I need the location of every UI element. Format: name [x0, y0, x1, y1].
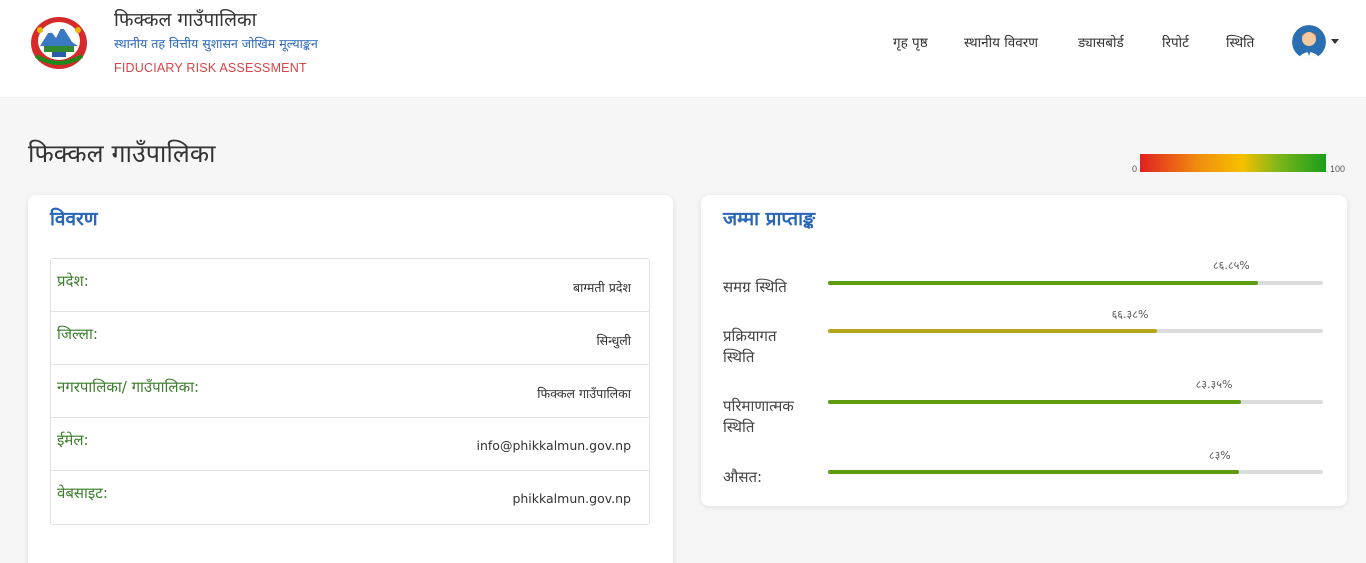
user-avatar-icon[interactable]	[1292, 25, 1326, 59]
nav-local-details[interactable]: स्थानीय विवरण	[964, 33, 1038, 51]
legend-min-label: 0	[1132, 164, 1138, 174]
score-label-average: औसत:	[723, 468, 763, 486]
score-bar-quantitative	[828, 400, 1323, 404]
detail-value: सिन्धुली	[596, 333, 631, 348]
score-label-quantitative: परिमाणात्मक स्थिति	[723, 397, 794, 436]
site-title: फिक्कल गाउँपालिका	[114, 9, 257, 31]
score-bar-overall	[828, 281, 1323, 285]
scores-card: जम्मा प्राप्ताङ्क समग्र स्थिति ८६.८५% प्…	[701, 195, 1347, 506]
detail-label: प्रदेश:	[57, 272, 89, 290]
details-card-title: विवरण	[50, 208, 98, 230]
score-bar-fill	[828, 470, 1239, 474]
detail-row-municipality: नगरपालिका/ गाउँपालिका: फिक्कल गाउँपालिका	[51, 365, 649, 418]
score-label-procedural: प्रक्रियागत स्थिति	[723, 327, 777, 366]
detail-row-district: जिल्ला: सिन्धुली	[51, 312, 649, 365]
score-percent-quantitative: ८३.३५%	[1195, 378, 1233, 391]
email-link[interactable]: info@phikkalmun.gov.np	[477, 438, 632, 453]
score-percent-procedural: ६६.३८%	[1111, 308, 1149, 321]
details-table: प्रदेश: बाग्मती प्रदेश जिल्ला: सिन्धुली …	[50, 258, 650, 525]
score-bar-fill	[828, 281, 1258, 285]
detail-row-website: वेबसाइट: phikkalmun.gov.np	[51, 471, 649, 524]
detail-value: फिक्कल गाउँपालिका	[537, 386, 631, 401]
detail-label: नगरपालिका/ गाउँपालिका:	[57, 378, 200, 396]
legend-max-label: 100	[1330, 164, 1346, 174]
top-header: फिक्कल गाउँपालिका स्थानीय तह वित्तीय सुश…	[0, 0, 1366, 98]
score-bar-average	[828, 470, 1323, 474]
website-link[interactable]: phikkalmun.gov.np	[512, 491, 631, 506]
score-bar-fill	[828, 400, 1241, 404]
score-percent-overall: ८६.८५%	[1212, 259, 1250, 272]
detail-label: ईमेल:	[57, 431, 89, 449]
score-bar-procedural	[828, 329, 1323, 333]
details-card: विवरण प्रदेश: बाग्मती प्रदेश जिल्ला: सिन…	[28, 195, 673, 563]
score-color-legend	[1140, 154, 1326, 172]
detail-value: बाग्मती प्रदेश	[573, 280, 631, 295]
page-title: फिक्कल गाउँपालिका	[28, 139, 216, 168]
detail-label: जिल्ला:	[57, 325, 98, 343]
nav-dashboard[interactable]: ड्यासबोर्ड	[1078, 33, 1124, 51]
nepal-emblem-icon[interactable]	[28, 12, 90, 72]
detail-row-province: प्रदेश: बाग्मती प्रदेश	[51, 259, 649, 312]
score-bar-fill	[828, 329, 1157, 333]
detail-row-email: ईमेल: info@phikkalmun.gov.np	[51, 418, 649, 471]
site-subtitle-english: FIDUCIARY RISK ASSESSMENT	[114, 61, 307, 75]
scores-card-title: जम्मा प्राप्ताङ्क	[723, 208, 816, 230]
score-label-overall: समग्र स्थिति	[723, 278, 787, 296]
score-percent-average: ८३%	[1208, 449, 1231, 462]
nav-home[interactable]: गृह पृष्ठ	[893, 33, 928, 51]
nav-report[interactable]: रिपोर्ट	[1162, 33, 1189, 51]
chevron-down-icon[interactable]	[1331, 39, 1339, 44]
detail-label: वेबसाइट:	[57, 484, 108, 502]
site-subtitle: स्थानीय तह वित्तीय सुशासन जोखिम मूल्याङ्…	[114, 36, 318, 51]
nav-status[interactable]: स्थिति	[1226, 33, 1254, 51]
